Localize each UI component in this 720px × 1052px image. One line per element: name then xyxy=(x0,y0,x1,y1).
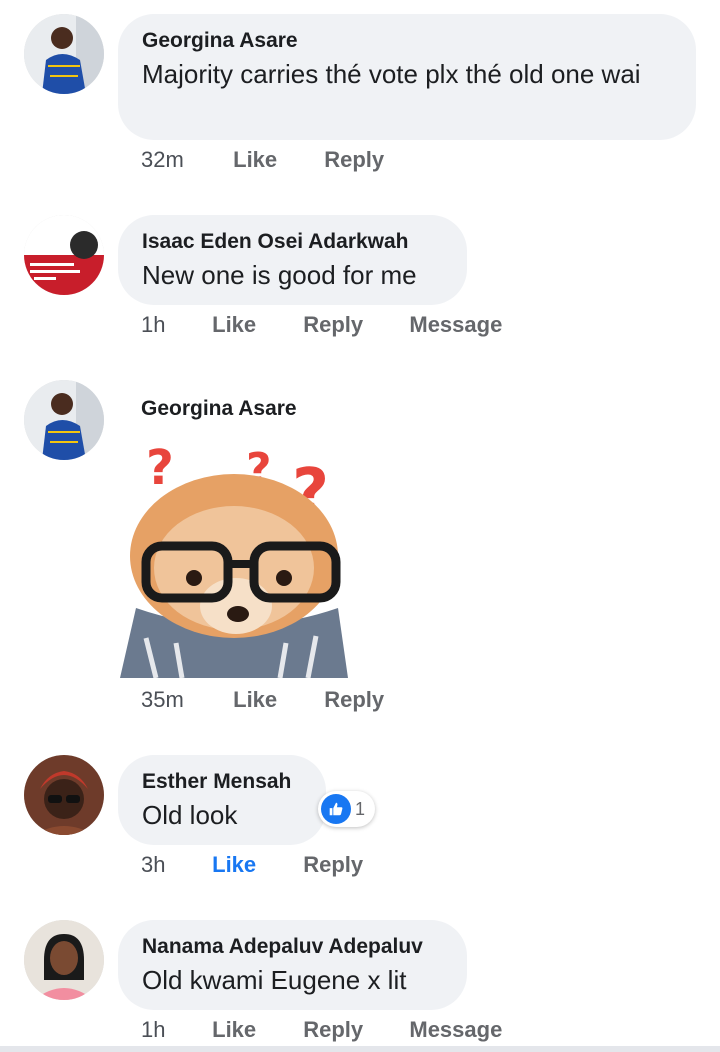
comment-actions: 35m Like Reply xyxy=(141,685,384,715)
reply-button[interactable]: Reply xyxy=(303,310,403,340)
comment-time[interactable]: 32m xyxy=(141,145,227,175)
comment-actions: 1h Like Reply Message xyxy=(141,1015,502,1045)
comment-author[interactable]: Georgina Asare xyxy=(141,396,297,422)
comment-bubble: Nanama Adepaluv Adepaluv Old kwami Eugen… xyxy=(118,920,467,1010)
comment-actions: 1h Like Reply Message xyxy=(141,310,502,340)
question-mark-icon: ? xyxy=(146,440,174,496)
like-button[interactable]: Like xyxy=(233,145,318,175)
comment-text: Old look xyxy=(142,800,238,830)
comment-text: Old kwami Eugene x lit xyxy=(142,965,407,995)
comment-text: Majority carries thé vote plx thé old on… xyxy=(142,59,641,89)
comment-time[interactable]: 1h xyxy=(141,310,206,340)
avatar[interactable] xyxy=(24,920,104,1000)
comment-author[interactable]: Nanama Adepaluv Adepaluv xyxy=(142,934,443,960)
like-button[interactable]: Like xyxy=(212,850,297,880)
like-button[interactable]: Like xyxy=(212,310,297,340)
comment-time[interactable]: 35m xyxy=(141,685,227,715)
sticker-image[interactable]: ? ? ? xyxy=(116,438,356,679)
message-button[interactable]: Message xyxy=(409,310,502,340)
comment-author[interactable]: Esther Mensah xyxy=(142,769,302,795)
reply-button[interactable]: Reply xyxy=(303,850,363,880)
thumbs-up-icon xyxy=(321,794,351,824)
comment-bubble: Isaac Eden Osei Adarkwah New one is good… xyxy=(118,215,467,305)
reply-button[interactable]: Reply xyxy=(324,685,384,715)
comment-actions: 3h Like Reply xyxy=(141,850,363,880)
comment-bubble: Georgina Asare Majority carries thé vote… xyxy=(118,14,696,140)
comment-actions: 32m Like Reply xyxy=(141,145,384,175)
reply-button[interactable]: Reply xyxy=(324,145,384,175)
reply-button[interactable]: Reply xyxy=(303,1015,403,1045)
comment-text: New one is good for me xyxy=(142,260,417,290)
message-button[interactable]: Message xyxy=(409,1015,502,1045)
avatar[interactable] xyxy=(24,215,104,295)
like-button[interactable]: Like xyxy=(233,685,318,715)
comment-author[interactable]: Georgina Asare xyxy=(142,28,672,54)
reaction-count[interactable]: 1 xyxy=(318,791,376,827)
comment-time[interactable]: 1h xyxy=(141,1015,206,1045)
divider xyxy=(0,1046,720,1052)
comment-time[interactable]: 3h xyxy=(141,850,206,880)
avatar[interactable] xyxy=(24,14,104,94)
like-button[interactable]: Like xyxy=(212,1015,297,1045)
comment-bubble: Esther Mensah Old look xyxy=(118,755,326,845)
avatar[interactable] xyxy=(24,755,104,835)
avatar[interactable] xyxy=(24,380,104,460)
comment-author[interactable]: Isaac Eden Osei Adarkwah xyxy=(142,229,443,255)
reaction-count-label: 1 xyxy=(355,798,366,819)
